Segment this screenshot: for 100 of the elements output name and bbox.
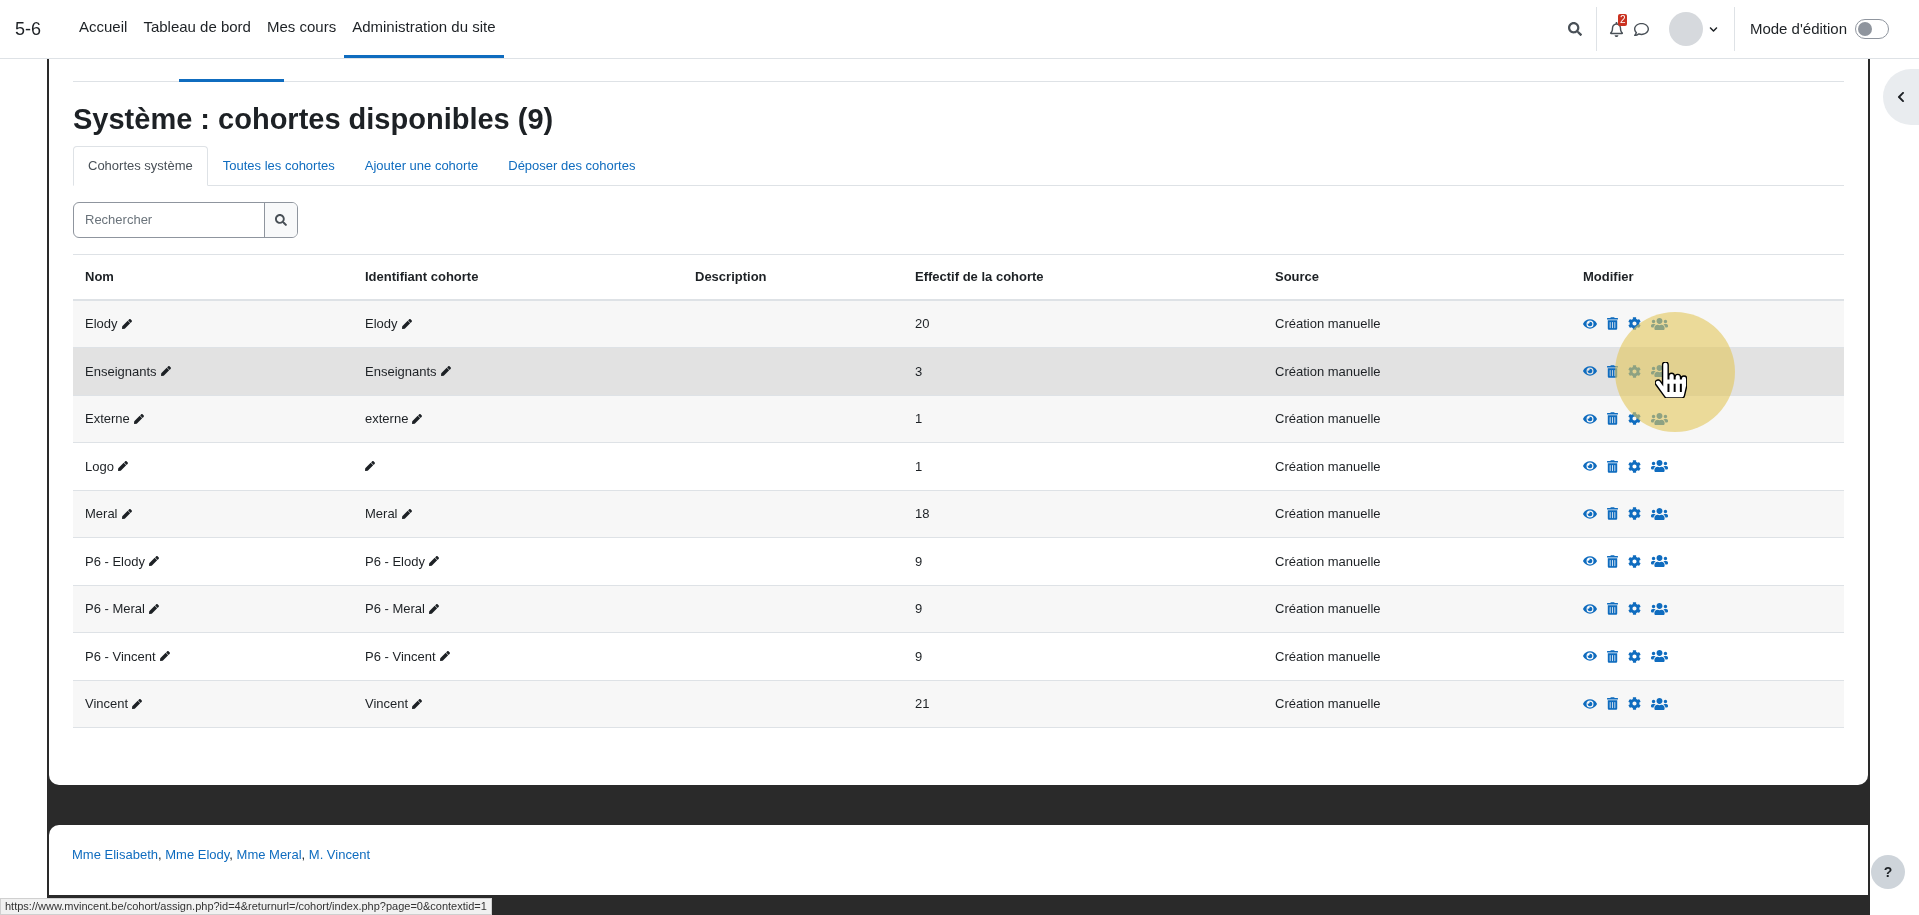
gear-icon[interactable] [1628,507,1641,521]
trash-icon[interactable] [1607,364,1618,378]
pencil-icon[interactable] [121,318,132,329]
column-header: Effectif de la cohorte [915,268,1044,284]
separator-comma: , [229,847,233,862]
pencil-icon[interactable] [159,651,170,662]
table-cell: 20 [915,316,930,331]
table-cell: 1 [915,458,923,474]
trash-icon[interactable] [1607,602,1618,616]
table-cell: 21 [915,696,930,711]
gear-icon[interactable] [1628,412,1641,426]
table-cell: 3 [915,363,923,379]
table-cell: 18 [915,506,930,521]
trash-icon[interactable] [1607,649,1618,663]
pencil-icon[interactable] [148,603,159,614]
table-cell-text: Vincent [365,695,409,713]
pencil-icon[interactable] [133,413,144,424]
table-cell-text: Logo [85,457,114,476]
eye-icon[interactable] [1583,649,1597,664]
eye-icon[interactable] [1583,601,1597,616]
eye-icon[interactable] [1583,316,1597,331]
table-cell-text: P6 - Vincent [365,647,436,666]
eye-icon[interactable] [1583,411,1597,426]
eye-icon[interactable] [1583,506,1597,521]
table-cell-text: Elody [365,315,398,333]
pencil-icon[interactable] [439,651,450,662]
gear-icon[interactable] [1628,649,1641,663]
gear-icon[interactable] [1628,459,1641,473]
table-cell-text: P6 - Elody [365,552,425,571]
table-cell: Création manuelle [1275,696,1381,711]
chevron-left-icon [1895,91,1907,103]
teacher-link[interactable]: Mme Elisabeth [72,847,158,862]
search-icon[interactable] [1567,22,1582,36]
trash-icon[interactable] [1607,317,1618,331]
gear-icon[interactable] [1628,554,1641,568]
drawer-toggle-button[interactable] [1883,69,1919,125]
separator-comma: , [301,847,306,862]
pencil-icon[interactable] [365,461,375,472]
table-cell: Création manuelle [1275,506,1381,521]
table-cell-text: externe [365,410,409,428]
gear-icon[interactable] [1628,697,1641,711]
table-cell-text: Enseignants [85,362,157,381]
trash-icon[interactable] [1607,697,1618,711]
pencil-icon[interactable] [401,508,412,519]
eye-icon[interactable] [1583,364,1597,379]
teacher-link[interactable]: Mme Meral [236,847,302,862]
pencil-icon[interactable] [117,461,128,472]
column-header: Description [695,268,767,284]
eye-icon[interactable] [1583,459,1597,474]
search-input[interactable]: Rechercher [74,202,264,237]
pencil-icon[interactable] [429,556,439,567]
eye-icon[interactable] [1583,554,1597,569]
trash-icon[interactable] [1607,507,1618,521]
column-header: Modifier [1583,268,1634,284]
pencil-icon[interactable] [160,366,171,377]
search-icon [275,213,287,226]
tab[interactable]: Déposer des cohortes [493,146,651,186]
trash-icon[interactable] [1607,554,1618,568]
notification-count: 2 [1617,13,1628,26]
separator-comma: , [158,847,162,862]
gear-icon[interactable] [1628,602,1641,616]
nav-link[interactable]: Tableau de bord [135,0,259,58]
pencil-icon[interactable] [440,366,451,377]
message-icon[interactable] [1633,21,1649,37]
nav-link[interactable]: Mes cours [258,0,345,58]
table-cell-text: Vincent [85,695,129,713]
tab[interactable]: Cohortes système [73,146,208,186]
eye-icon[interactable] [1583,696,1597,711]
edit-mode-switch[interactable] [1855,19,1889,39]
table-cell: Création manuelle [1275,363,1381,379]
trash-icon[interactable] [1607,412,1618,426]
search-field[interactable]: Rechercher [73,201,298,238]
table-cell: Création manuelle [1275,648,1381,664]
page-heading: Système : cohortes disponibles (9) [73,102,555,137]
table-cell-text: Enseignants [365,362,437,381]
gear-icon[interactable] [1628,317,1641,331]
table-cell-text: Meral [365,505,398,523]
pencil-icon[interactable] [412,698,423,709]
search-button[interactable] [264,202,297,237]
edit-mode-label: Mode d'édition [1749,18,1847,39]
column-header: Identifiant cohorte [365,268,479,284]
pencil-icon[interactable] [428,603,439,614]
table-cell: 9 [915,553,923,569]
tab[interactable]: Toutes les cohortes [207,146,350,186]
teacher-link[interactable]: M. Vincent [308,847,370,862]
pencil-icon[interactable] [412,413,423,424]
pencil-icon[interactable] [149,556,159,567]
trash-icon[interactable] [1607,459,1618,473]
pencil-icon[interactable] [132,698,143,709]
tab[interactable]: Ajouter une cohorte [349,146,494,186]
table-cell-text: Elody [85,315,118,333]
site-name[interactable]: 5-6 [15,15,41,43]
help-button[interactable]: ? [1871,855,1905,889]
table-cell-text: P6 - Meral [85,600,145,618]
caret-icon[interactable] [1708,24,1718,34]
pencil-icon[interactable] [121,508,132,519]
pencil-icon[interactable] [401,318,412,329]
table-cell: Création manuelle [1275,458,1381,474]
nav-link[interactable]: Accueil [71,0,136,58]
table-cell: 9 [915,648,923,664]
